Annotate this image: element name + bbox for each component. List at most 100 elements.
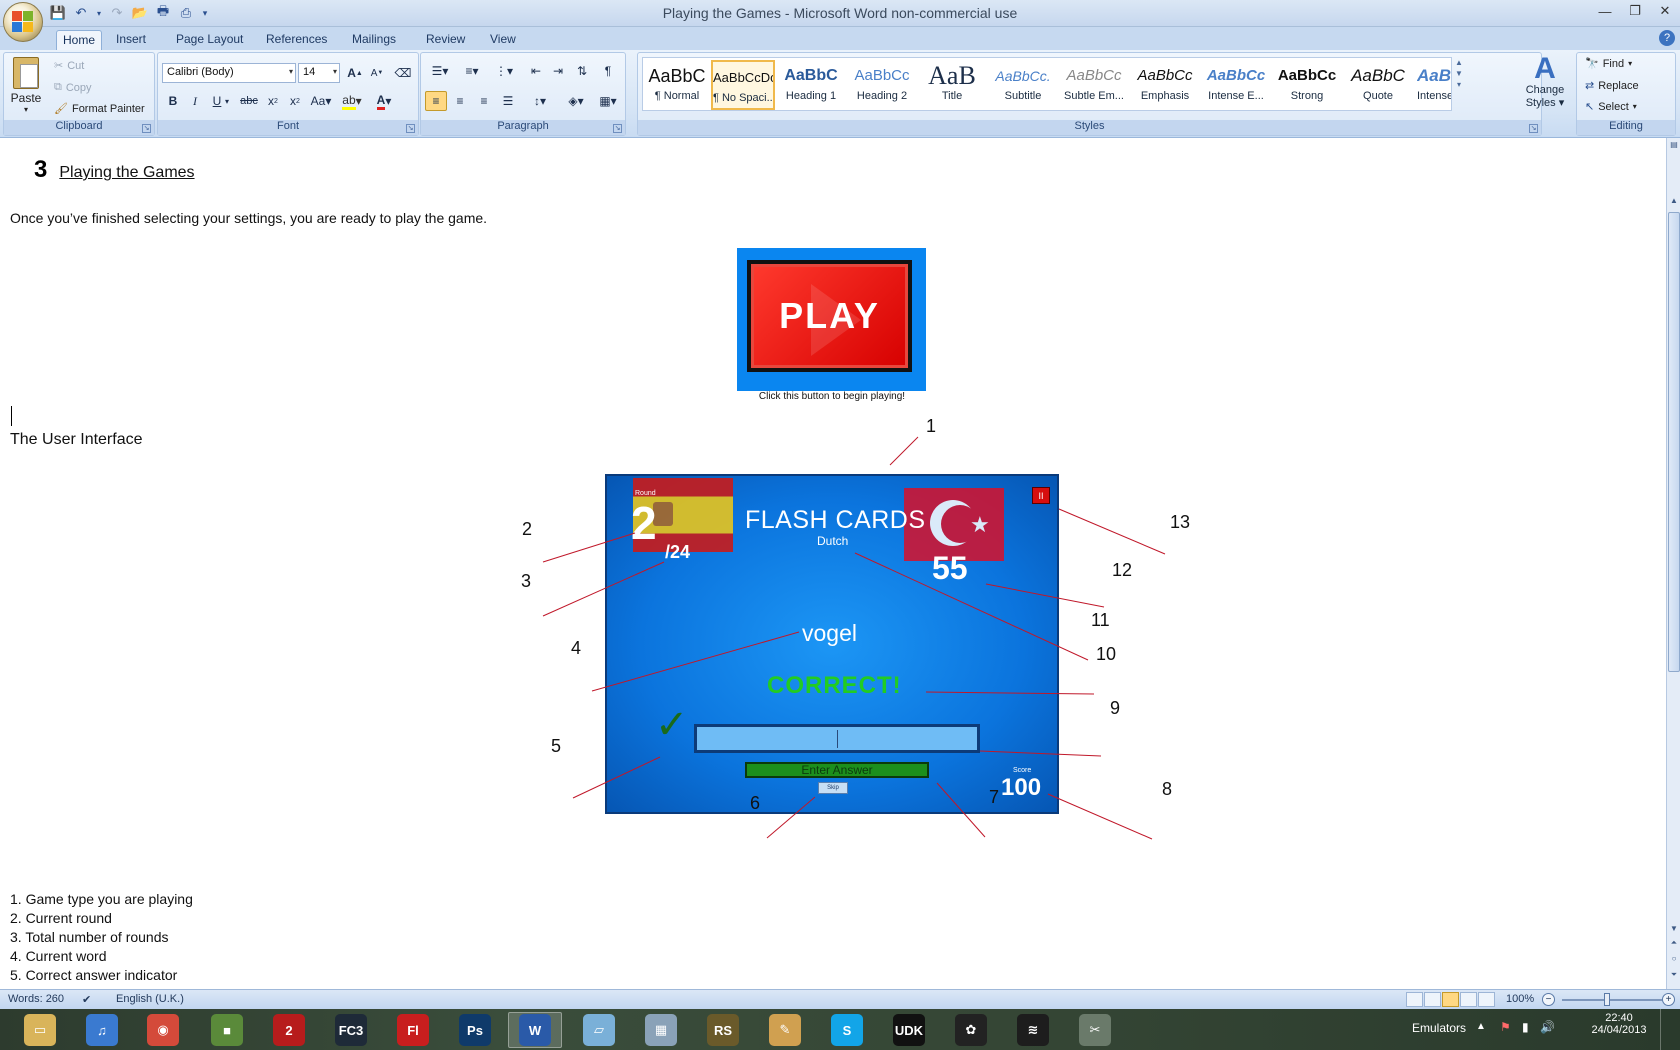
tray-expand-icon[interactable]: ▲ — [1476, 1021, 1486, 1032]
change-styles-button[interactable]: A Change Styles ▾ — [1520, 54, 1570, 120]
select-button[interactable]: ↖ Select ▾ — [1585, 100, 1637, 114]
style-title[interactable]: AaB Title — [920, 60, 984, 110]
shrink-font-icon[interactable]: A ▼ — [366, 63, 388, 83]
style-subtle-emphasis[interactable]: AaBbCc Subtle Em... — [1062, 60, 1126, 110]
font-size-field[interactable]: 14 ▾ — [298, 63, 340, 83]
tab-review[interactable]: Review — [420, 30, 471, 50]
find-button[interactable]: 🔭 Find ▾ — [1585, 57, 1632, 71]
subscript-icon[interactable]: x2 — [262, 91, 284, 111]
file-explorer-taskbar-button[interactable]: ▭ — [13, 1012, 67, 1048]
align-right-icon[interactable]: ≡ — [473, 91, 495, 111]
style-no-spacing[interactable]: AaBbCcDc ¶ No Spaci... — [711, 60, 775, 110]
outline-view-icon[interactable] — [1460, 992, 1477, 1007]
network-icon[interactable]: ▮ — [1522, 1020, 1529, 1034]
show-desktop-button[interactable] — [1660, 1009, 1676, 1050]
zoom-slider[interactable] — [1562, 999, 1662, 1001]
tab-home[interactable]: Home — [56, 30, 103, 50]
format-painter-button[interactable]: 🖌 Format Painter — [54, 102, 145, 116]
style-heading-1[interactable]: AaBbC Heading 1 — [779, 60, 843, 110]
increase-indent-icon[interactable]: ⇥ — [547, 61, 569, 81]
align-left-icon[interactable]: ≡ — [425, 91, 447, 111]
previous-page-icon[interactable]: ⏶ — [1667, 938, 1680, 950]
style-quote[interactable]: AaBbC Quote — [1346, 60, 1410, 110]
tab-references[interactable]: References — [260, 30, 333, 50]
tab-insert[interactable]: Insert — [110, 30, 152, 50]
style-heading-2[interactable]: AaBbCc Heading 2 — [850, 60, 914, 110]
style-strong[interactable]: AaBbCc Strong — [1275, 60, 1339, 110]
steam-taskbar-button[interactable]: ✿ — [944, 1012, 998, 1048]
volume-icon[interactable]: 🔊 — [1540, 1020, 1555, 1034]
word-taskbar-button[interactable]: W — [508, 1012, 562, 1048]
borders-icon[interactable]: ▦▾ — [593, 91, 623, 111]
itunes-taskbar-button[interactable]: ♫ — [75, 1012, 129, 1048]
minecraft-taskbar-button[interactable]: ■ — [200, 1012, 254, 1048]
font-launcher-icon[interactable]: ↘ — [406, 124, 415, 133]
decrease-indent-icon[interactable]: ⇤ — [525, 61, 547, 81]
runescape-taskbar-button[interactable]: RS — [696, 1012, 750, 1048]
font-color-icon[interactable]: A ▾ — [370, 91, 398, 111]
photoshop-taskbar-button[interactable]: Ps — [448, 1012, 502, 1048]
style-subtitle[interactable]: AaBbCc. Subtitle — [991, 60, 1055, 110]
document-area[interactable]: 3 Playing the Games Once you’ve finished… — [0, 138, 1666, 989]
italic-icon[interactable]: I — [184, 91, 206, 111]
zoom-level[interactable]: 100% — [1506, 993, 1534, 1005]
vertical-scrollbar[interactable]: ▤ ▲ ▼ ⏶ ○ ⏷ — [1666, 138, 1680, 989]
strikethrough-icon[interactable]: abc — [238, 91, 260, 111]
zoom-out-icon[interactable]: − — [1542, 993, 1555, 1006]
gallery-more-icon[interactable]: ▾ — [1453, 80, 1465, 89]
fc3-taskbar-button[interactable]: FC3 — [324, 1012, 378, 1048]
align-center-icon[interactable]: ≡ — [449, 91, 471, 111]
print-layout-view-icon[interactable] — [1406, 992, 1423, 1007]
show-formatting-icon[interactable]: ¶ — [597, 61, 619, 81]
change-case-icon[interactable]: Aa▾ — [308, 91, 334, 111]
skype-taskbar-button[interactable]: S — [820, 1012, 874, 1048]
bold-icon[interactable]: B — [162, 91, 184, 111]
draft-view-icon[interactable] — [1478, 992, 1495, 1007]
proofing-icon[interactable]: ✔ — [82, 993, 91, 1006]
scroll-up-icon[interactable]: ▲ — [1667, 196, 1680, 208]
scroll-thumb[interactable] — [1668, 212, 1680, 672]
sort-icon[interactable]: ⇅ — [571, 61, 593, 81]
font-family-field[interactable]: Calibri (Body) ▾ — [162, 63, 296, 83]
clipboard-launcher-icon[interactable]: ↘ — [142, 124, 151, 133]
spotify-taskbar-button[interactable]: ≋ — [1006, 1012, 1060, 1048]
flash-taskbar-button[interactable]: Fl — [386, 1012, 440, 1048]
tools-taskbar-button[interactable]: ✂ — [1068, 1012, 1122, 1048]
highlight-icon[interactable]: ab ▾ — [338, 91, 366, 111]
calculator-taskbar-button[interactable]: ▦ — [634, 1012, 688, 1048]
tab-mailings[interactable]: Mailings — [346, 30, 402, 50]
chevron-down-icon[interactable]: ▾ — [222, 91, 232, 111]
clear-formatting-icon[interactable]: ⌫ — [392, 63, 414, 83]
close-icon[interactable]: ✕ — [1650, 0, 1680, 22]
word-count[interactable]: Words: 260 — [8, 993, 64, 1005]
language-status[interactable]: English (U.K.) — [116, 993, 184, 1005]
copy-button[interactable]: ⧉ Copy — [54, 81, 92, 94]
tray-label[interactable]: Emulators — [1412, 1021, 1466, 1035]
styles-launcher-icon[interactable]: ↘ — [1529, 124, 1538, 133]
notepad-taskbar-button[interactable]: ▱ — [572, 1012, 626, 1048]
full-screen-reading-view-icon[interactable] — [1424, 992, 1441, 1007]
numbering-icon[interactable]: ≡▾ — [457, 61, 487, 81]
ruler-toggle-icon[interactable]: ▤ — [1667, 140, 1680, 152]
cut-button[interactable]: ✂ Cut — [54, 59, 84, 73]
chrome-taskbar-button[interactable]: ◉ — [136, 1012, 190, 1048]
next-page-icon[interactable]: ⏷ — [1667, 970, 1680, 982]
office-button[interactable] — [3, 2, 43, 42]
paragraph-launcher-icon[interactable]: ↘ — [613, 124, 622, 133]
shading-icon[interactable]: ◈▾ — [561, 91, 591, 111]
chevron-up-icon[interactable]: ▲ — [1453, 58, 1465, 67]
style-emphasis[interactable]: AaBbCc Emphasis — [1133, 60, 1197, 110]
bullets-icon[interactable]: ☰▾ — [425, 61, 455, 81]
tab-view[interactable]: View — [484, 30, 522, 50]
minimize-icon[interactable]: — — [1590, 0, 1620, 22]
grow-font-icon[interactable]: A ▲ — [344, 63, 366, 83]
zoom-in-icon[interactable]: + — [1662, 993, 1675, 1006]
guild-wars-2-taskbar-button[interactable]: 2 — [262, 1012, 316, 1048]
multilevel-list-icon[interactable]: ⋮▾ — [489, 61, 519, 81]
browse-object-icon[interactable]: ○ — [1667, 954, 1680, 966]
superscript-icon[interactable]: x2 — [284, 91, 306, 111]
help-icon[interactable]: ? — [1659, 30, 1675, 46]
action-center-icon[interactable]: ⚑ — [1500, 1020, 1511, 1034]
zoom-slider-thumb[interactable] — [1604, 993, 1610, 1006]
style-intense-emphasis[interactable]: AaBbCc Intense E... — [1204, 60, 1268, 110]
